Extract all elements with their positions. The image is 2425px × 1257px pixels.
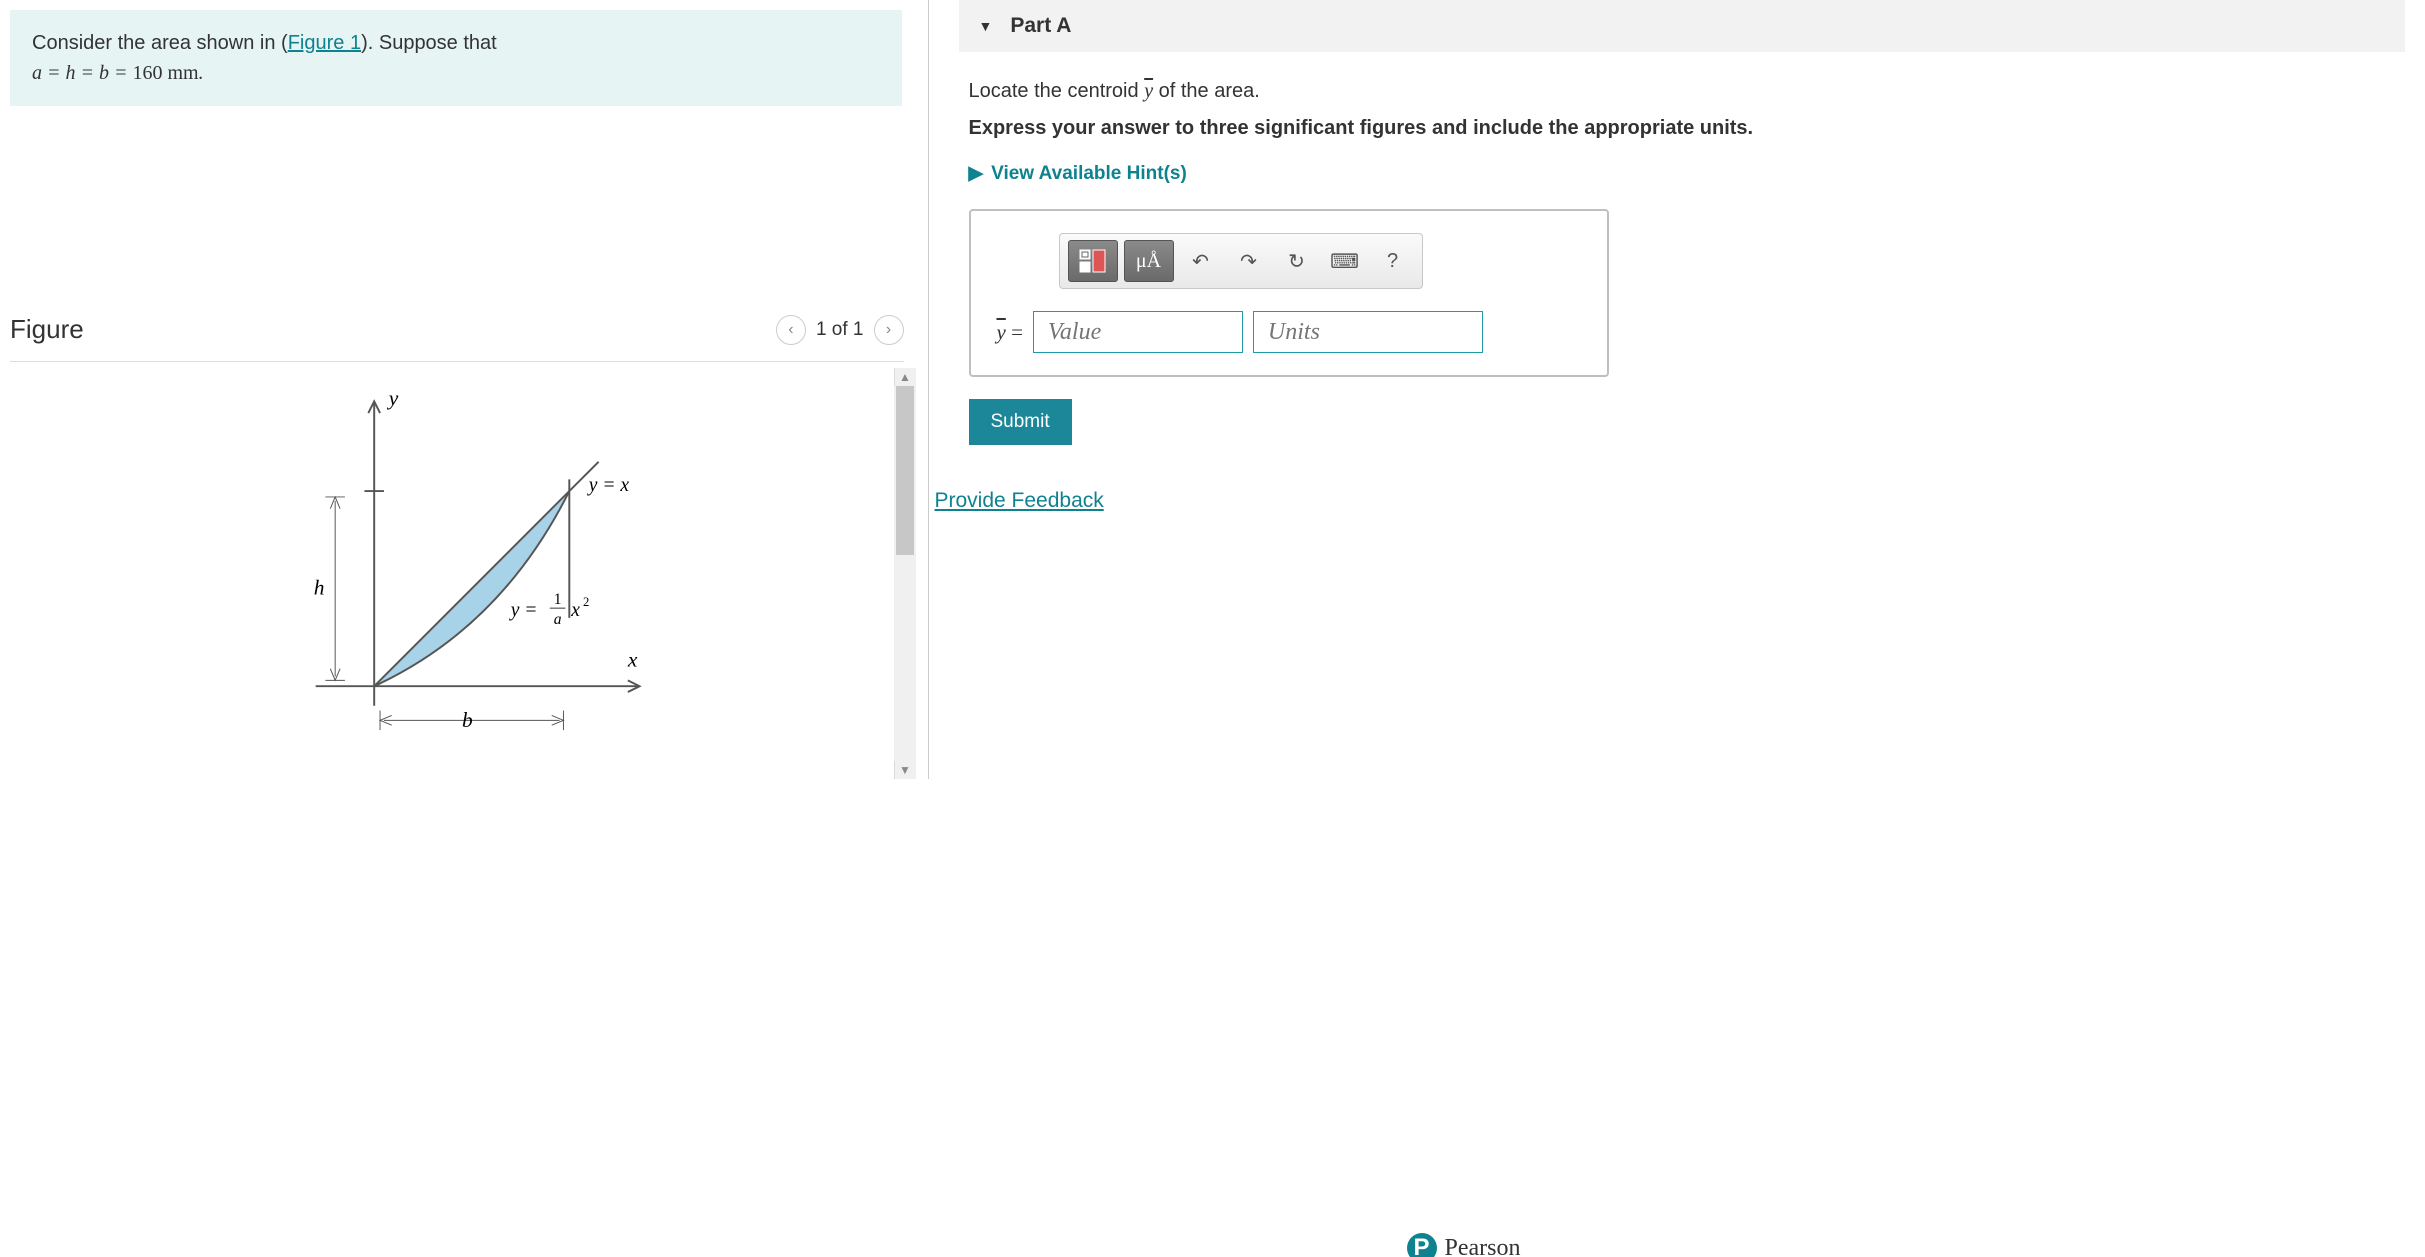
prompt-equation: a = h = b = 160 mm.	[32, 62, 204, 84]
figure-scrollbar[interactable]: ▲ ▼	[894, 368, 916, 779]
view-hints-toggle[interactable]: ▶ View Available Hint(s)	[969, 162, 2396, 185]
part-a-header[interactable]: ▼ Part A	[959, 0, 2406, 52]
reset-icon: ↻	[1288, 249, 1305, 274]
symbols-button[interactable]: μÅ	[1124, 240, 1174, 282]
pearson-footer: P Pearson	[1407, 1233, 1521, 1257]
figure-link[interactable]: Figure 1	[288, 32, 361, 54]
hints-label: View Available Hint(s)	[991, 163, 1187, 185]
prompt-text-2: ). Suppose that	[361, 32, 497, 54]
templates-icon	[1078, 248, 1108, 274]
curve-2-label: y = 1 a x 2	[509, 591, 590, 628]
keyboard-button[interactable]: ⌨	[1324, 240, 1366, 282]
redo-icon: ↷	[1240, 249, 1257, 274]
instruction-locate: Locate the centroid y of the area.	[969, 80, 1260, 102]
answer-variable: y =	[997, 320, 1023, 345]
instruction-sigfigs: Express your answer to three significant…	[969, 117, 2396, 140]
provide-feedback-link[interactable]: Provide Feedback	[935, 489, 1104, 513]
prompt-text-1: Consider the area shown in (	[32, 32, 288, 54]
svg-text:2: 2	[583, 595, 589, 609]
answer-box: μÅ ↶ ↷ ↻ ⌨ ? y =	[969, 209, 1609, 377]
collapse-caret-icon: ▼	[979, 18, 993, 34]
pearson-logo-icon: P	[1407, 1233, 1437, 1257]
keyboard-icon: ⌨	[1330, 249, 1359, 274]
figure-counter: 1 of 1	[816, 319, 864, 341]
undo-button[interactable]: ↶	[1180, 240, 1222, 282]
figure-prev-button[interactable]: ‹	[776, 315, 806, 345]
figure-diagram: y x	[10, 368, 894, 779]
templates-button[interactable]	[1068, 240, 1118, 282]
scroll-thumb[interactable]	[896, 386, 914, 555]
reset-button[interactable]: ↻	[1276, 240, 1318, 282]
curve-1-label: y = x	[587, 475, 630, 496]
figure-pager: ‹ 1 of 1 ›	[776, 315, 904, 345]
scroll-up-icon[interactable]: ▲	[899, 368, 911, 386]
undo-icon: ↶	[1192, 249, 1209, 274]
svg-text:a: a	[554, 611, 562, 628]
help-button[interactable]: ?	[1372, 240, 1414, 282]
submit-button[interactable]: Submit	[969, 399, 1072, 445]
scroll-down-icon[interactable]: ▼	[899, 761, 911, 779]
units-input[interactable]	[1253, 311, 1483, 353]
figure-title: Figure	[10, 314, 84, 345]
value-input[interactable]	[1033, 311, 1243, 353]
h-label: h	[314, 575, 325, 599]
help-icon: ?	[1387, 250, 1398, 273]
svg-text:x: x	[570, 600, 580, 621]
svg-text:1: 1	[554, 591, 562, 608]
equation-toolbar: μÅ ↶ ↷ ↻ ⌨ ?	[1059, 233, 1423, 289]
b-label: b	[462, 708, 473, 732]
hints-caret-icon: ▶	[969, 162, 984, 185]
redo-button[interactable]: ↷	[1228, 240, 1270, 282]
x-axis-label: x	[627, 648, 638, 672]
svg-text:y =: y =	[509, 600, 538, 621]
figure-next-button[interactable]: ›	[874, 315, 904, 345]
part-label: Part A	[1010, 14, 1071, 38]
y-axis-label: y	[387, 386, 399, 410]
problem-prompt: Consider the area shown in (Figure 1). S…	[10, 10, 902, 106]
pearson-brand: Pearson	[1445, 1235, 1521, 1257]
